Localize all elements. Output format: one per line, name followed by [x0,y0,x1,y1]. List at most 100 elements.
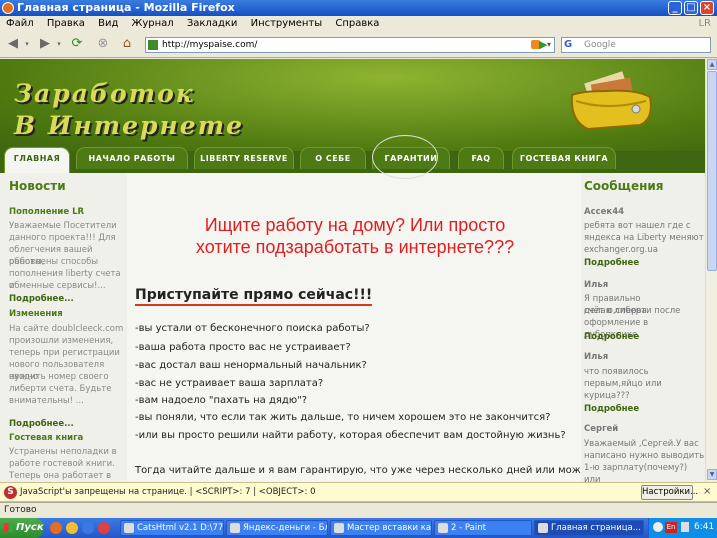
maximize-button[interactable]: □ [684,1,698,15]
taskbar-item[interactable]: Мастер вставки кар... [330,520,432,536]
app-icon [230,523,240,533]
window-title: Главная страница - Mozilla Firefox [17,1,235,14]
news-more-link[interactable]: Подробнее... [9,294,74,304]
go-arrow-icon[interactable]: ▶ [539,37,553,53]
address-bar[interactable]: http://myspaise.com/ ▾ [145,37,555,53]
news-line: обменные сервисы!... [9,281,106,291]
google-icon[interactable]: G [564,39,572,51]
reload-icon[interactable]: ⟳ [68,36,86,52]
news-line: обновлены способы [9,257,99,267]
forward-arrow-icon[interactable]: ▶ [36,36,54,52]
taskbar-item-label: Главная страница... [551,523,641,533]
status-bar: Готово [0,502,717,518]
home-icon[interactable]: ⌂ [118,36,136,52]
quicklaunch-icon[interactable] [66,522,78,534]
news-line: Теперь она работает в [9,471,112,481]
message-line: что появилось [584,367,649,377]
clock: 6:41 [694,522,715,532]
taskbar-item[interactable]: CatsHtml v2.1 D:\777... [120,520,224,536]
news-heading[interactable]: Изменения [9,309,63,319]
tab-faq[interactable]: FAQ [458,147,504,169]
back-arrow-icon[interactable]: ◀ [4,36,22,52]
bullet-item: -или вы просто решили найти работу, кото… [135,430,566,441]
minimize-button[interactable]: _ [668,1,682,15]
message-more-link[interactable]: Подробнее [584,258,639,268]
taskbar-item[interactable]: 2 - Paint [434,520,532,536]
menu-help[interactable]: Справка [335,18,379,29]
menu-bookmarks[interactable]: Закладки [187,18,238,29]
menu-file[interactable]: Файл [6,18,34,29]
scroll-thumb[interactable] [707,71,717,271]
menu-bar: Файл Правка Вид Журнал Закладки Инструме… [0,16,717,31]
firefox-quicklaunch-icon[interactable] [50,522,62,534]
language-indicator[interactable]: En [665,522,677,533]
site-favicon [148,40,158,50]
firefox-icon [2,2,14,14]
tab-home[interactable]: ГЛАВНАЯ [4,147,70,173]
menu-tools[interactable]: Инструменты [251,18,323,29]
close-button[interactable]: × [700,1,714,15]
opera-quicklaunch-icon[interactable] [98,522,110,534]
menu-history[interactable]: Журнал [132,18,174,29]
stop-icon[interactable]: ⊗ [94,36,112,52]
system-tray: En 6:41 [648,518,717,538]
message-line: Уважаемый ,Сергей.У вас [584,439,699,449]
news-sidebar: Новости Пополнение LR Уважаемые Посетите… [0,173,127,482]
tab-about[interactable]: О СЕБЕ [300,147,366,169]
taskbar-item[interactable]: Яндекс-деньги - Бл... [226,520,328,536]
menu-view[interactable]: Вид [98,18,118,29]
ie-quicklaunch-icon[interactable] [82,522,94,534]
bullet-item: -вы устали от бесконечного поиска работы… [135,323,370,334]
tab-getting-started[interactable]: НАЧАЛО РАБОТЫ [76,147,188,169]
search-input[interactable]: Google [584,39,616,51]
news-line: Уважаемые Посетители [9,221,117,231]
message-line: счёт в либерти после [584,306,681,316]
highlight-circle [372,135,438,179]
news-heading[interactable]: Гостевая книга [9,433,83,443]
tray-icon[interactable] [653,522,663,532]
menu-lr-label: LR [698,18,711,29]
forward-dropdown-icon[interactable]: ▾ [54,36,64,52]
message-author: Сергей [584,424,619,434]
news-title: Новости [9,179,66,193]
site-logo-line2[interactable]: В Интернете [14,111,244,140]
message-line: курица??? [584,391,630,401]
messages-title: Сообщения [584,179,664,193]
tab-liberty-reserve[interactable]: LIBERTY RESERVE [194,147,294,169]
news-line: работе гостевой книги. [9,459,115,469]
news-line: произошли изменения, [9,336,114,346]
title-bar: Главная страница - Mozilla Firefox _ □ × [0,0,717,16]
messages-sidebar: Сообщения Ассек44 ребята вот нашел где с… [581,173,705,482]
scroll-down-icon[interactable]: ▼ [707,469,717,480]
settings-button[interactable]: Настройки... [641,485,698,500]
speaker-icon[interactable] [681,522,689,532]
news-line: вводить номер своего [9,372,109,382]
message-more-link[interactable]: Подробнее [584,332,639,342]
back-dropdown-icon[interactable]: ▾ [22,36,32,52]
menu-edit[interactable]: Правка [47,18,85,29]
message-author: Илья [584,352,609,362]
headline-line-1: Ищите работу на дому? Или просто [204,215,506,235]
notification-text: JavaScript'ы запрещены на странице. | <S… [20,487,316,497]
tab-guestbook[interactable]: ГОСТЕВАЯ КНИГА [512,147,616,169]
address-input[interactable]: http://myspaise.com/ [162,39,257,51]
main-headline: Ищите работу на дому? Или просто хотите … [135,214,575,258]
close-icon[interactable]: × [703,486,711,497]
taskbar-item-active[interactable]: Главная страница... [534,520,644,536]
bullet-item: -вы поняли, что если так жить дальше, то… [135,412,551,423]
scroll-up-icon[interactable]: ▲ [707,59,717,70]
site-logo-line1[interactable]: Заработок [14,79,195,108]
message-author: Илья [584,280,609,290]
news-more-link[interactable]: Подробнее... [9,419,74,429]
news-line: На сайте doublcleeck.com [9,324,124,334]
page-viewport: Заработок В Интернете ГЛАВНАЯ НАЧАЛО РАБ… [0,59,705,482]
news-line: внимательны! ... [9,396,84,406]
app-icon [124,523,134,533]
page-scrollbar[interactable]: ▲ ▼ [705,59,717,482]
message-more-link[interactable]: Подробнее [584,404,639,414]
news-heading[interactable]: Пополнение LR [9,207,84,217]
search-box[interactable]: G Google [561,37,711,53]
start-button[interactable]: Пуск [0,518,44,538]
noscript-notification-bar: S JavaScript'ы запрещены на странице. | … [0,482,717,502]
firefox-icon [538,523,548,533]
